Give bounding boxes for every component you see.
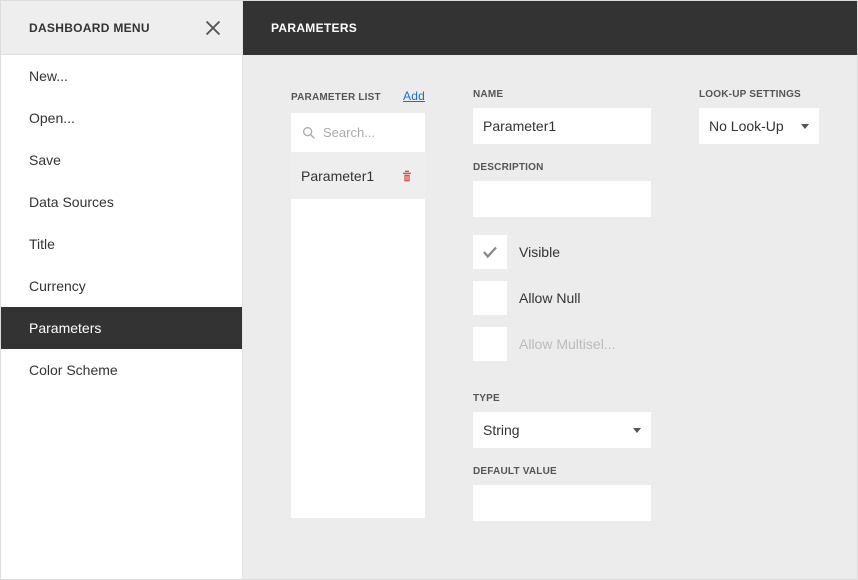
sidebar-header: DASHBOARD MENU: [1, 1, 242, 55]
lookup-panel: LOOK-UP SETTINGS No Look-Up: [699, 89, 819, 549]
sidebar-item-open[interactable]: Open...: [1, 97, 242, 139]
sidebar-item-color-scheme[interactable]: Color Scheme: [1, 349, 242, 391]
sidebar: DASHBOARD MENU New... Open... Save Data …: [1, 1, 243, 579]
allow-null-checkbox[interactable]: Allow Null: [473, 281, 651, 315]
search-input[interactable]: [323, 125, 415, 140]
type-value: String: [483, 422, 520, 438]
sidebar-item-save[interactable]: Save: [1, 139, 242, 181]
allow-null-label: Allow Null: [519, 290, 580, 306]
list-item[interactable]: Parameter1: [291, 153, 425, 199]
default-value-input[interactable]: [473, 485, 651, 521]
sidebar-menu: New... Open... Save Data Sources Title C…: [1, 55, 242, 391]
parameter-list-box: Parameter1: [291, 113, 425, 518]
allow-multiselect-checkbox: Allow Multisel...: [473, 327, 651, 361]
parameter-list-label: PARAMETER LIST: [291, 92, 381, 103]
lookup-label: LOOK-UP SETTINGS: [699, 89, 819, 100]
sidebar-item-currency[interactable]: Currency: [1, 265, 242, 307]
default-value-label: DEFAULT VALUE: [473, 466, 651, 477]
description-input[interactable]: [473, 181, 651, 217]
page-title: PARAMETERS: [243, 1, 857, 55]
chevron-down-icon: [633, 428, 641, 433]
trash-icon[interactable]: [399, 168, 415, 184]
main: PARAMETERS PARAMETER LIST Add: [243, 1, 857, 579]
add-parameter-link[interactable]: Add: [403, 89, 425, 103]
search-wrap: [291, 113, 425, 153]
close-icon[interactable]: [202, 17, 224, 39]
search-icon: [301, 125, 317, 141]
sidebar-item-title[interactable]: Title: [1, 223, 242, 265]
type-label: TYPE: [473, 393, 651, 404]
sidebar-title: DASHBOARD MENU: [29, 21, 150, 35]
sidebar-item-data-sources[interactable]: Data Sources: [1, 181, 242, 223]
visible-label: Visible: [519, 244, 560, 260]
name-input[interactable]: [473, 108, 651, 144]
type-select[interactable]: String: [473, 412, 651, 448]
sidebar-item-new[interactable]: New...: [1, 55, 242, 97]
chevron-down-icon: [801, 124, 809, 129]
name-label: NAME: [473, 89, 651, 100]
list-item-label: Parameter1: [301, 168, 374, 184]
description-label: DESCRIPTION: [473, 162, 651, 173]
lookup-value: No Look-Up: [709, 118, 784, 134]
visible-checkbox[interactable]: Visible: [473, 235, 651, 269]
properties-panel: NAME DESCRIPTION Visible: [473, 89, 651, 549]
parameter-list-panel: PARAMETER LIST Add Parameter1: [291, 89, 425, 549]
allow-multiselect-label: Allow Multisel...: [519, 336, 615, 352]
sidebar-item-parameters[interactable]: Parameters: [1, 307, 242, 349]
lookup-select[interactable]: No Look-Up: [699, 108, 819, 144]
check-icon: [481, 243, 499, 261]
